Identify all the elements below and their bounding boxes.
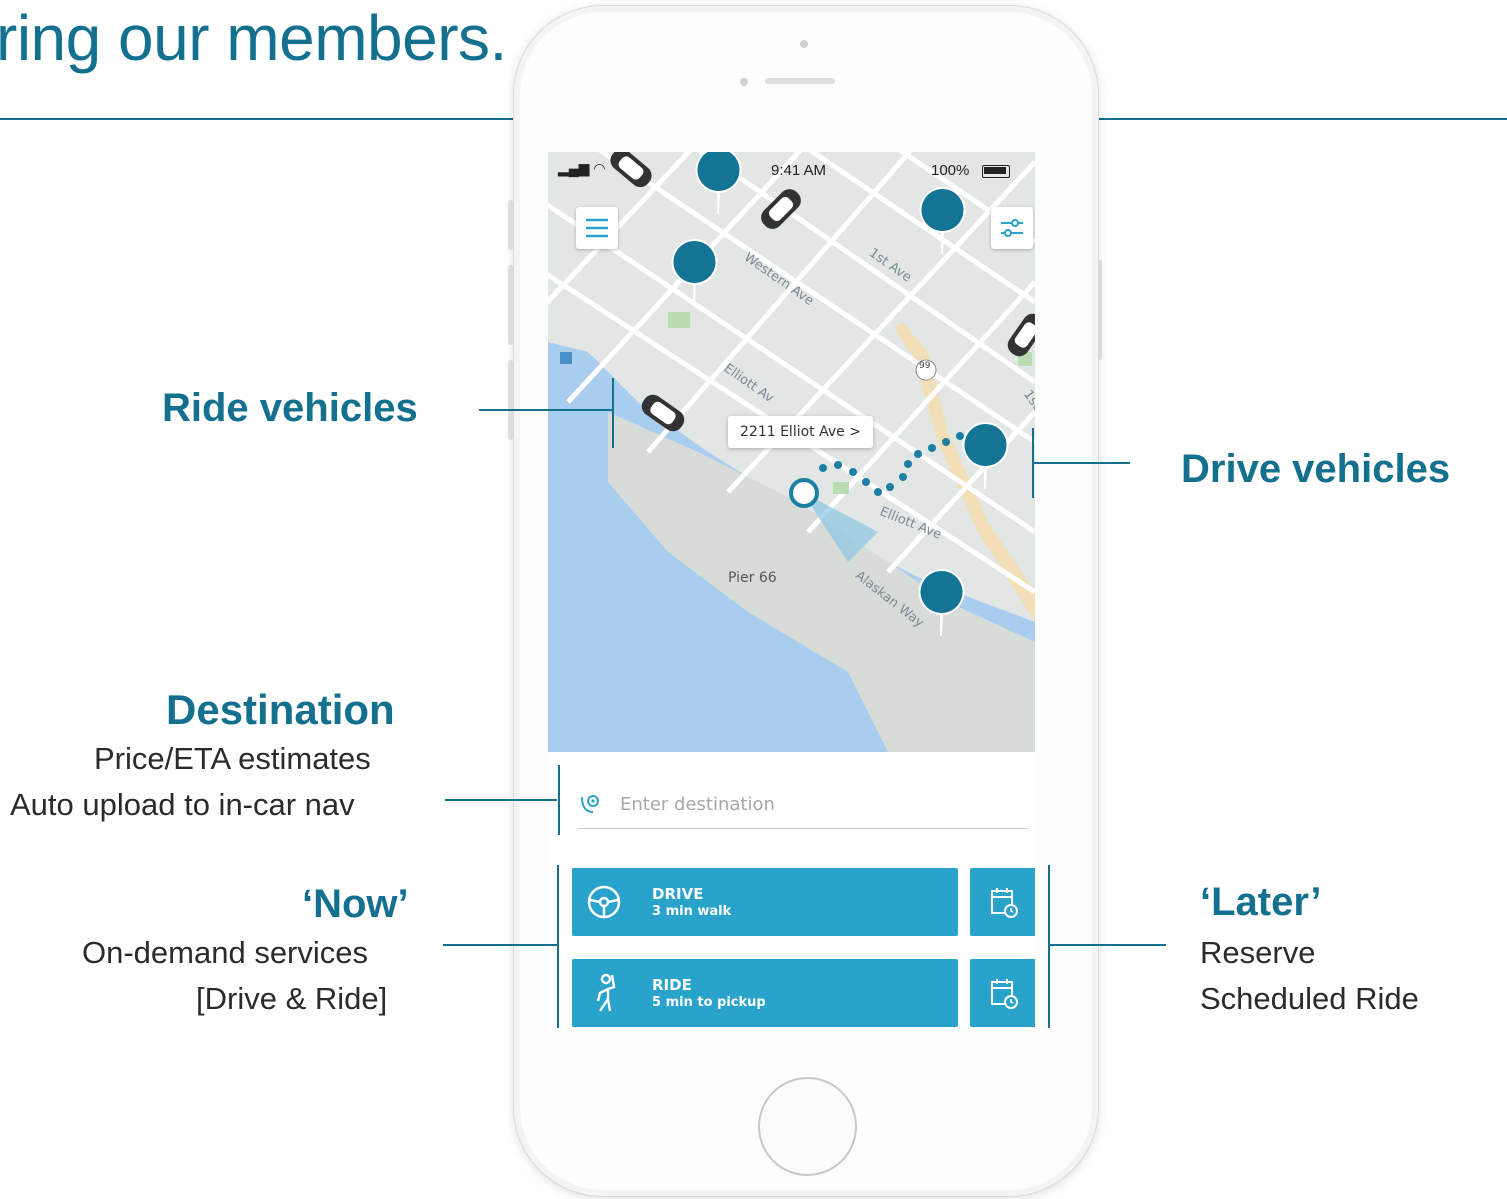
status-battery: 100%: [931, 162, 970, 179]
hamburger-icon: [586, 218, 608, 238]
current-location-icon: [789, 478, 819, 508]
callout-bracket: [557, 865, 559, 1028]
status-time: 9:41 AM: [771, 162, 827, 179]
sensor-icon: [740, 78, 748, 86]
ride-schedule-button[interactable]: [970, 959, 1035, 1027]
sliders-icon: [1001, 219, 1023, 237]
calendar-clock-icon: [991, 888, 1018, 918]
phone-screen: ▂▄▆ ◠ 9:41 AM 100% Western Ave 1st Ave E…: [548, 152, 1035, 1030]
signal-wifi-icon: ▂▄▆ ◠: [558, 160, 606, 176]
drive-title: DRIVE: [652, 885, 704, 903]
ride-button[interactable]: RIDE 5 min to pickup: [572, 959, 958, 1027]
destination-field[interactable]: Enter destination: [578, 780, 1028, 829]
callout-line: [445, 799, 557, 801]
drive-schedule-button[interactable]: [970, 868, 1035, 936]
callout-now-line: [Drive & Ride]: [196, 981, 388, 1016]
destination-placeholder: Enter destination: [620, 794, 775, 815]
callout-later-line: Reserve: [1200, 935, 1316, 970]
callout-line: [1050, 944, 1166, 946]
home-button[interactable]: [758, 1077, 857, 1176]
callout-destination-line: Auto upload to in-car nav: [10, 787, 355, 822]
heading-rule-right: [1098, 118, 1507, 120]
person-hailing-icon: [596, 973, 616, 1012]
callout-bracket: [1048, 865, 1050, 1028]
drive-subtitle: 3 min walk: [652, 904, 732, 919]
callout-destination-line: Price/ETA estimates: [94, 741, 371, 776]
drive-button[interactable]: DRIVE 3 min walk: [572, 868, 958, 936]
steering-wheel-icon: [587, 885, 621, 919]
camera-icon: [800, 40, 808, 48]
poi-icon: [560, 352, 572, 364]
callout-line: [1034, 462, 1130, 464]
callout-later-title: ‘Later’: [1200, 880, 1322, 924]
callout-destination-title: Destination: [166, 686, 395, 733]
poi-label: Pier 66: [728, 570, 777, 586]
callout-now-title: ‘Now’: [302, 882, 409, 926]
ride-subtitle: 5 min to pickup: [652, 995, 766, 1010]
callout-line: [479, 409, 613, 411]
callout-line: [443, 944, 557, 946]
location-pin-icon: [581, 795, 599, 813]
filter-button[interactable]: [991, 207, 1033, 249]
address-chip[interactable]: 2211 Elliot Ave >: [728, 416, 873, 448]
callout-now-line: On-demand services: [82, 935, 369, 970]
heading-rule-left: [0, 118, 520, 120]
callout-ride-vehicles: Ride vehicles: [162, 386, 418, 430]
calendar-clock-icon: [991, 979, 1018, 1009]
highway-shield-label: 99: [919, 361, 931, 371]
callout-drive-vehicles: Drive vehicles: [1181, 447, 1451, 491]
map-view[interactable]: [548, 152, 1035, 752]
slide-heading: ring our members.: [0, 2, 507, 74]
menu-button[interactable]: [576, 207, 618, 249]
callout-bracket: [558, 765, 560, 835]
speaker-grille: [765, 78, 835, 84]
callout-bracket: [612, 378, 614, 448]
battery-fill: [984, 167, 1006, 174]
callout-bracket: [1032, 428, 1034, 498]
ride-title: RIDE: [652, 976, 692, 994]
callout-later-line: Scheduled Ride: [1200, 981, 1419, 1016]
